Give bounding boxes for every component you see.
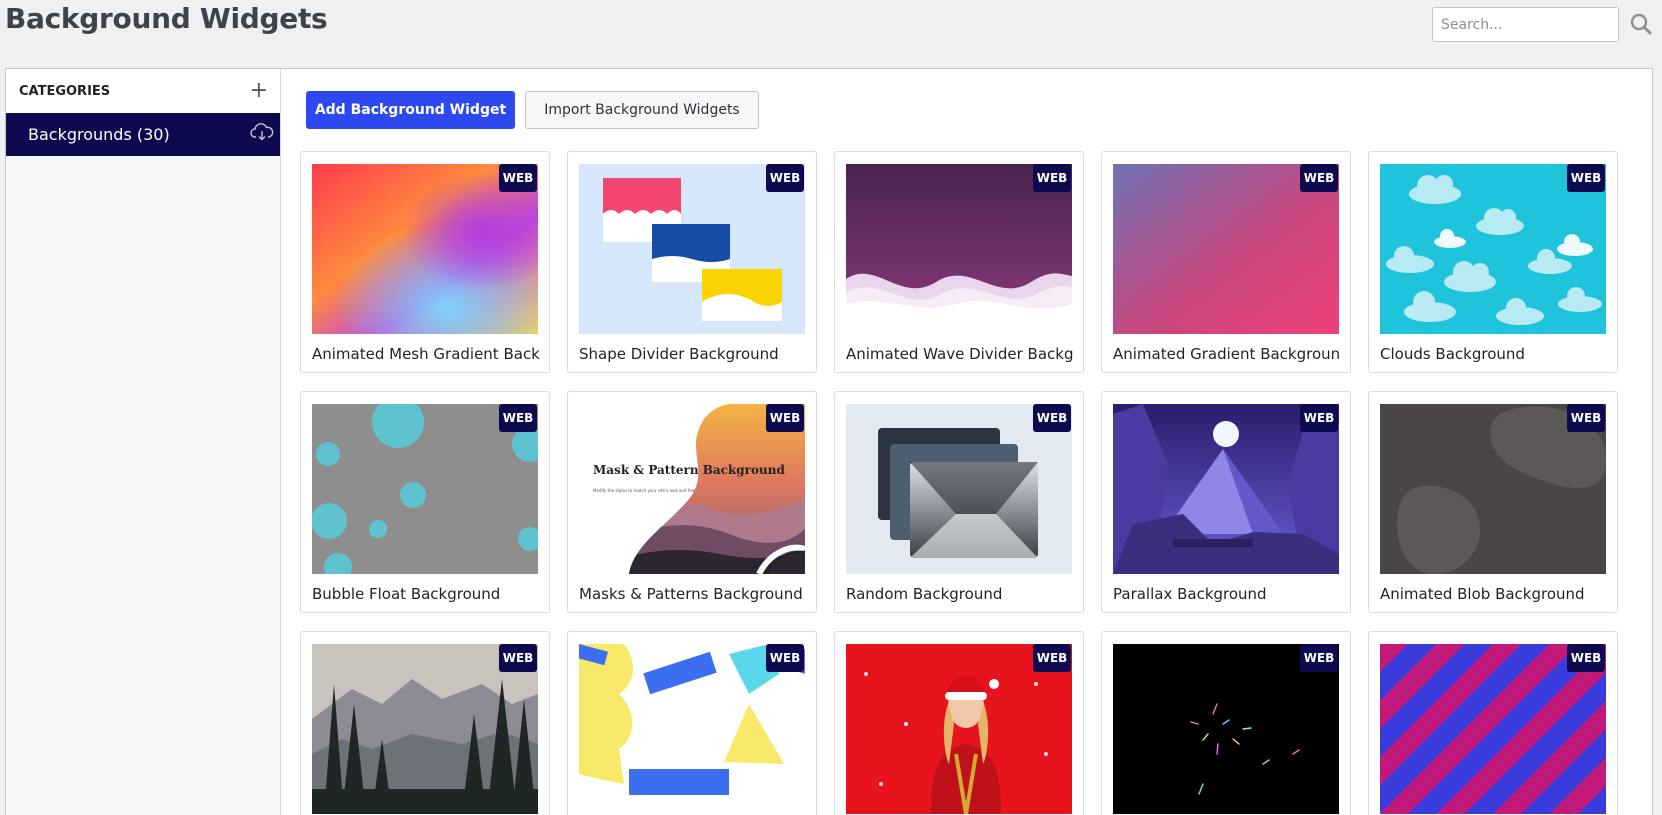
web-badge: WEB <box>1033 644 1071 672</box>
search-area <box>1432 7 1652 42</box>
widget-card-parallax[interactable]: WEB Parallax Background <box>1101 391 1351 613</box>
thumb-subtitle: Modify the styles to match your site's l… <box>593 488 697 493</box>
widget-card-clouds[interactable]: WEB Clouds Background <box>1368 151 1618 373</box>
widget-card-random[interactable]: WEB Random Background <box>834 391 1084 613</box>
widget-card-animated-gradient[interactable]: WEB Animated Gradient Background <box>1101 151 1351 373</box>
categories-heading: CATEGORIES <box>19 83 111 99</box>
widget-card-shapes[interactable]: WEB <box>567 631 817 815</box>
widget-card-fireworks[interactable]: WEB <box>1101 631 1351 815</box>
widget-title: Animated Gradient Background <box>1113 345 1341 363</box>
web-badge: WEB <box>1300 164 1338 192</box>
widget-card-animated-blob[interactable]: WEB Animated Blob Background <box>1368 391 1618 613</box>
widget-card-shape-divider[interactable]: WEB Shape Divider Background <box>567 151 817 373</box>
web-badge: WEB <box>1033 164 1071 192</box>
web-badge: WEB <box>766 644 804 672</box>
web-badge: WEB <box>1300 404 1338 432</box>
widget-title: Shape Divider Background <box>579 345 779 363</box>
cloud-download-icon[interactable] <box>250 122 274 147</box>
web-badge: WEB <box>766 164 804 192</box>
add-category-button[interactable]: + <box>250 80 268 102</box>
search-icon[interactable] <box>1629 12 1653 36</box>
widgets-main: Add Background Widget Import Background … <box>282 69 1652 815</box>
thumb-title: Mask & Pattern Background <box>593 463 785 477</box>
widget-card-masks-patterns[interactable]: Mask & Pattern Background Modify the sty… <box>567 391 817 613</box>
widget-card-bubble-float[interactable]: WEB Bubble Float Background <box>300 391 550 613</box>
widget-title: Random Background <box>846 585 1003 603</box>
web-badge: WEB <box>499 404 537 432</box>
widget-card-snow[interactable]: WEB <box>834 631 1084 815</box>
search-input[interactable] <box>1432 7 1619 42</box>
widget-card-stripes[interactable]: WEB <box>1368 631 1618 815</box>
widget-title: Bubble Float Background <box>312 585 501 603</box>
web-badge: WEB <box>1567 404 1605 432</box>
widget-title: Parallax Background <box>1113 585 1267 603</box>
web-badge: WEB <box>1033 404 1071 432</box>
page-title: Background Widgets <box>5 2 328 35</box>
widget-card-forest[interactable]: WEB <box>300 631 550 815</box>
import-background-widgets-button[interactable]: Import Background Widgets <box>525 91 759 129</box>
web-badge: WEB <box>1567 164 1605 192</box>
web-badge: WEB <box>1300 644 1338 672</box>
add-background-widget-button[interactable]: Add Background Widget <box>306 91 515 129</box>
web-badge: WEB <box>499 164 537 192</box>
web-badge: WEB <box>1567 644 1605 672</box>
widget-title: Masks & Patterns Background <box>579 585 803 603</box>
widget-card-wave-divider[interactable]: WEB Animated Wave Divider Background <box>834 151 1084 373</box>
widget-title: Animated Mesh Gradient Background <box>312 345 540 363</box>
categories-header: CATEGORIES + <box>6 69 280 113</box>
widget-title: Animated Wave Divider Background <box>846 345 1074 363</box>
categories-sidebar: CATEGORIES + Backgrounds (30) <box>6 69 281 815</box>
widget-title: Animated Blob Background <box>1380 585 1585 603</box>
widget-title: Clouds Background <box>1380 345 1525 363</box>
sidebar-item-label: Backgrounds (30) <box>28 125 170 144</box>
web-badge: WEB <box>499 644 537 672</box>
widgets-panel: CATEGORIES + Backgrounds (30) Add Backgr… <box>5 68 1653 815</box>
widget-card-mesh-gradient[interactable]: WEB Animated Mesh Gradient Background <box>300 151 550 373</box>
sidebar-item-backgrounds[interactable]: Backgrounds (30) <box>6 113 280 156</box>
web-badge: WEB <box>766 404 804 432</box>
